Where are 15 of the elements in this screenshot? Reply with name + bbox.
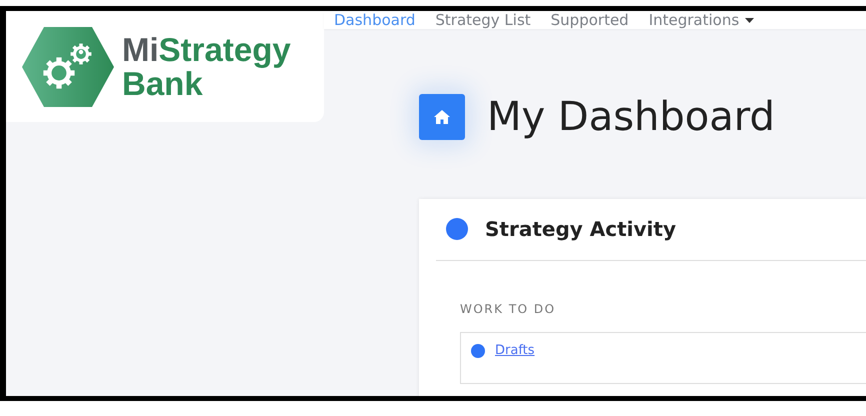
nav-link[interactable]: Dashboard [334,11,416,29]
section-label: WORK TO DO [460,302,557,316]
caret-icon [745,18,754,22]
home-icon [434,110,450,124]
nav-link[interactable]: Supported [550,11,629,29]
card-title: Strategy Activity [485,217,676,241]
brand-name: MiStrategy [122,32,291,66]
list-link[interactable]: Drafts [495,343,535,358]
status-dot [471,344,485,358]
page-title: My Dashboard [487,94,775,140]
hexagon-gears-logo-icon [22,26,114,106]
status-dot [446,218,468,240]
nav-dropdown[interactable]: Integrations [648,11,754,29]
nav-link[interactable]: Strategy List [435,11,531,29]
brand-name-second-line: Bank [122,66,203,100]
